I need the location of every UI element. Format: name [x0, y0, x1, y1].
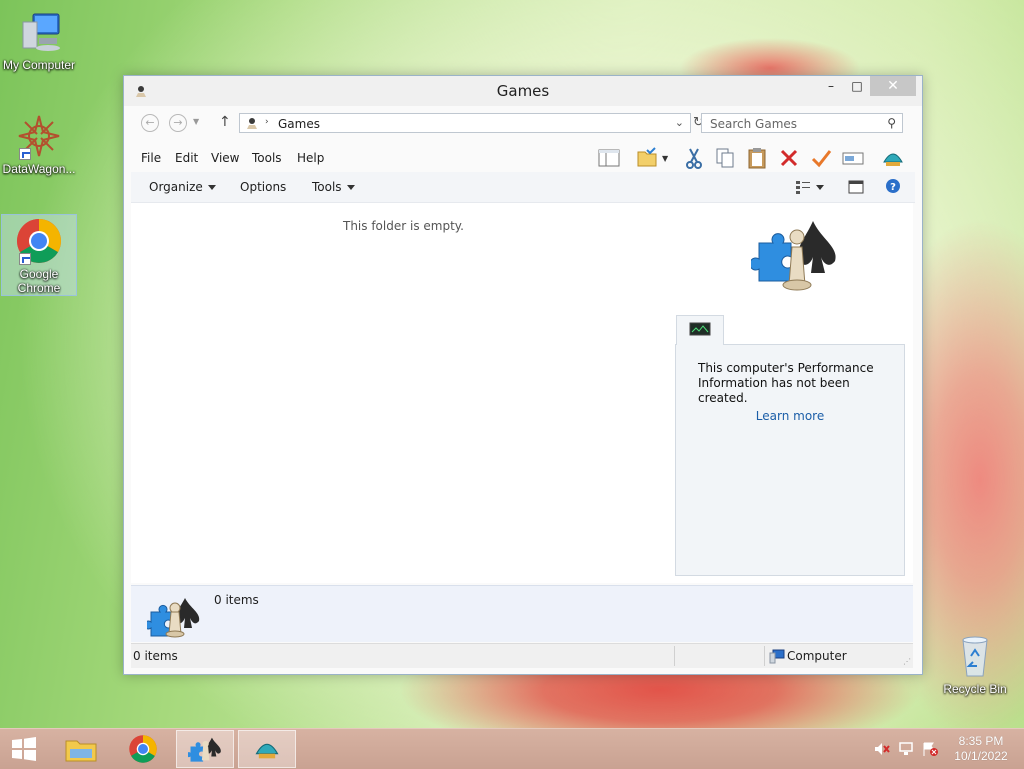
desktop-icon-my-computer[interactable]: My Computer	[1, 8, 77, 72]
performance-info-panel: This computer's Performance Information …	[675, 315, 905, 576]
status-separator	[674, 646, 675, 666]
command-bar: Organize Options Tools ?	[131, 172, 915, 203]
search-placeholder: Search Games	[710, 117, 798, 131]
organize-button[interactable]: Organize	[149, 180, 216, 194]
details-item-count: 0 items	[214, 593, 259, 607]
cut-icon[interactable]	[682, 146, 706, 170]
folder-options-icon[interactable]	[635, 146, 659, 170]
start-button[interactable]	[0, 730, 48, 768]
organize-chevron-icon	[207, 185, 216, 190]
chrome-icon	[15, 217, 63, 265]
status-bar: 0 items Computer ⋰	[131, 643, 913, 668]
shell-icon	[255, 743, 279, 759]
rename-icon[interactable]	[841, 146, 865, 170]
system-clock[interactable]: 8:35 PM 10/1/2022	[950, 734, 1012, 764]
forward-button[interactable]: →	[169, 114, 187, 132]
folder-content-area[interactable]: This folder is empty. This computer's Pe…	[131, 203, 913, 583]
performance-message: This computer's Performance Information …	[698, 361, 874, 405]
taskbar-file-explorer[interactable]	[52, 730, 110, 768]
tools-chevron-icon	[346, 185, 355, 190]
windows-logo-icon	[12, 737, 36, 761]
up-arrow-icon[interactable]: ↑	[219, 114, 231, 130]
folder-options-chevron-icon[interactable]: ▼	[662, 154, 668, 163]
games-icon	[188, 737, 221, 762]
help-icon[interactable]: ?	[885, 178, 901, 197]
navigation-bar: ← → ▼ ↑ › Games ⌄ ↻ Search Games ⚲	[131, 108, 915, 138]
clock-time: 8:35 PM	[958, 734, 1004, 748]
status-location: Computer	[787, 649, 847, 663]
copy-icon[interactable]	[713, 146, 737, 170]
learn-more-link[interactable]: Learn more	[676, 409, 904, 423]
action-center-flag-icon[interactable]	[922, 742, 938, 756]
desktop-icon-datawagon[interactable]: DataWagon...	[1, 112, 77, 176]
window-title: Games	[496, 82, 550, 100]
address-bar[interactable]: › Games ⌄	[239, 113, 691, 133]
menu-help[interactable]: Help	[297, 151, 324, 165]
maximize-button[interactable]: □	[842, 76, 872, 96]
title-bar[interactable]: Games – □ ✕	[124, 76, 922, 106]
back-button[interactable]: ←	[141, 114, 159, 132]
desktop-icon-google-chrome[interactable]: Google Chrome	[1, 214, 77, 296]
show-preview-pane-icon[interactable]	[848, 179, 864, 198]
taskbar-shell-app[interactable]	[238, 730, 296, 768]
taskbar-games[interactable]	[176, 730, 234, 768]
recycle-bin-icon	[951, 632, 999, 680]
shell-icon[interactable]	[881, 146, 905, 170]
svg-text:?: ?	[890, 182, 896, 193]
properties-checkmark-icon[interactable]	[809, 146, 833, 170]
monitor-icon	[689, 322, 711, 336]
games-folder-icon	[244, 116, 260, 133]
status-separator	[764, 646, 765, 666]
menu-edit[interactable]: Edit	[175, 151, 198, 165]
file-explorer-icon	[65, 740, 97, 762]
resize-grip-icon[interactable]: ⋰	[903, 657, 911, 666]
shortcut-arrow-icon	[19, 148, 31, 160]
taskbar-chrome[interactable]	[114, 730, 172, 768]
network-icon[interactable]	[898, 742, 914, 756]
performance-tab[interactable]	[676, 315, 724, 345]
details-pane: 0 items	[131, 585, 913, 642]
desktop-icon-label: My Computer	[2, 58, 76, 72]
menu-tools[interactable]: Tools	[252, 151, 282, 165]
search-box[interactable]: Search Games ⚲	[701, 113, 903, 133]
desktop-icon-label: Recycle Bin	[943, 682, 1007, 696]
games-explorer-window: Games – □ ✕ ← → ▼ ↑ › Games ⌄ ↻ Search G…	[123, 75, 923, 675]
recent-locations-chevron-icon[interactable]: ▼	[193, 117, 199, 126]
datawagon-icon	[15, 112, 63, 160]
options-button[interactable]: Options	[240, 180, 286, 194]
computer-status-icon	[769, 648, 785, 667]
computer-icon	[15, 8, 63, 56]
chrome-icon	[129, 735, 157, 763]
search-icon[interactable]: ⚲	[887, 116, 896, 130]
menu-bar: File Edit View Tools Help ▼	[131, 142, 915, 172]
close-button[interactable]: ✕	[870, 76, 916, 96]
menu-view[interactable]: View	[211, 151, 239, 165]
address-dropdown-icon[interactable]: ⌄	[675, 116, 684, 129]
paste-icon[interactable]	[745, 146, 769, 170]
games-details-icon	[143, 594, 201, 641]
clock-date: 10/1/2022	[954, 749, 1008, 763]
menu-file[interactable]: File	[141, 151, 161, 165]
breadcrumb-chevron-icon[interactable]: ›	[265, 117, 269, 127]
tools-button[interactable]: Tools	[312, 180, 355, 194]
desktop-icon-recycle-bin[interactable]: Recycle Bin	[937, 632, 1013, 696]
volume-muted-icon[interactable]	[874, 742, 890, 756]
empty-folder-message: This folder is empty.	[343, 219, 464, 233]
shortcut-arrow-icon	[19, 253, 31, 265]
desktop-icon-label: DataWagon...	[2, 162, 76, 176]
status-item-count: 0 items	[133, 649, 178, 663]
preview-pane-icon[interactable]	[597, 146, 621, 170]
games-logo-icon	[749, 217, 841, 294]
breadcrumb-games[interactable]: Games	[278, 117, 320, 131]
desktop-icon-label: Google Chrome	[17, 267, 61, 295]
taskbar: 8:35 PM 10/1/2022	[0, 728, 1024, 769]
view-options-icon[interactable]	[795, 179, 825, 198]
delete-icon[interactable]	[777, 146, 801, 170]
